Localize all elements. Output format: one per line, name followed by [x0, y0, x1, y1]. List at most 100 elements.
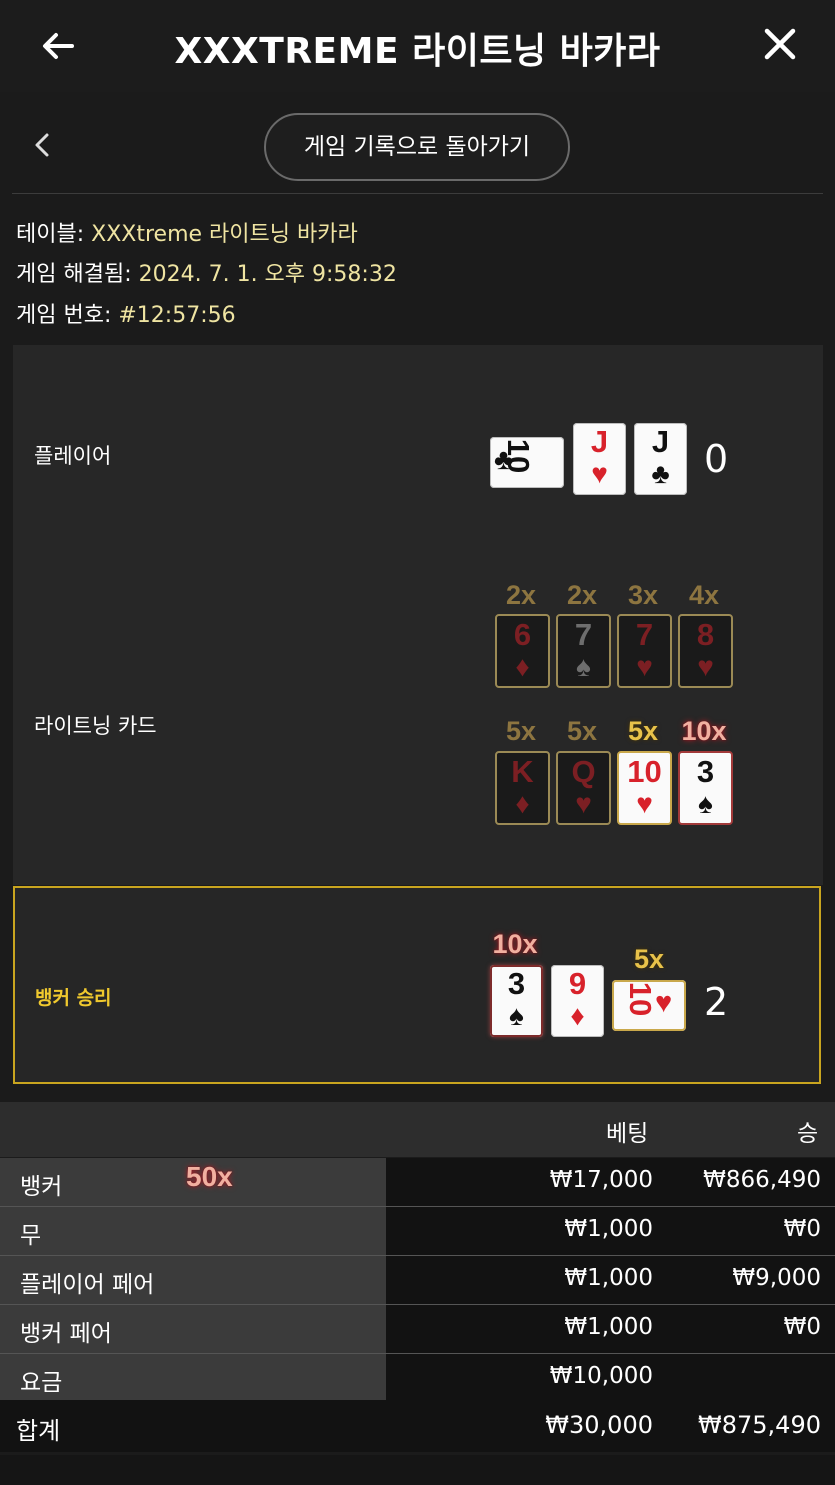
chevron-left-icon[interactable] [30, 130, 60, 166]
game-number-value: #12:57:56 [118, 303, 236, 328]
player-card-2: J ♥ [573, 423, 626, 495]
win-amount: ₩0 [783, 1314, 821, 1340]
bet-name: 뱅커 페어 [20, 1321, 112, 1347]
bet-name: 뱅커 [20, 1174, 63, 1200]
divider [12, 193, 823, 194]
table-row: 무 ₩1,000 ₩0 [0, 1207, 835, 1255]
multiplier: 5x [633, 944, 665, 974]
multiplier: 2x [505, 580, 537, 610]
player-card-3: J ♣ [634, 423, 687, 495]
back-to-history-button[interactable]: 게임 기록으로 돌아가기 [264, 113, 570, 181]
player-score: 0 [704, 437, 729, 481]
table-row: 뱅커 50x ₩17,000 ₩866,490 [0, 1158, 835, 1206]
bet-name: 요금 [20, 1370, 63, 1396]
bet-name: 플레이어 페어 [20, 1272, 155, 1298]
multiplier-badge: 50x [186, 1161, 233, 1192]
card-rank: 6 [513, 617, 532, 652]
page-title: XXXTREME 라이트닝 바카라 [174, 31, 661, 72]
card-rank: 3 [507, 966, 526, 1001]
card-rank: J [651, 424, 670, 459]
card-rank: 8 [696, 617, 715, 652]
multiplier: 5x [566, 716, 598, 746]
card-suit: ♥ [697, 651, 714, 682]
column-header-win: 승 [797, 1121, 819, 1147]
table-info: 테이블: XXXtreme 라이트닝 바카라 [16, 216, 358, 248]
card-suit: ♥ [655, 987, 673, 1019]
multiplier: 3x [627, 580, 659, 610]
lightning-label: 라이트닝 카드 [34, 714, 157, 738]
total-row: 합계 ₩30,000 ₩875,490 [0, 1400, 835, 1452]
total-win: ₩875,490 [698, 1411, 821, 1439]
card-suit: ♦ [570, 1000, 585, 1031]
lightning-card-5: K ♦ [495, 751, 550, 825]
player-card-1: 10 ♣ [490, 437, 564, 488]
card-rank: K [511, 754, 534, 789]
banker-win-label: 뱅커 승리 [35, 987, 112, 1009]
bottom-area [0, 1455, 835, 1485]
win-amount: ₩866,490 [703, 1167, 821, 1193]
card-suit: ♠ [698, 788, 713, 819]
card-suit: ♠ [576, 651, 591, 682]
table-label: 테이블: [16, 222, 92, 247]
banker-card-3: 10 ♥ [612, 980, 686, 1031]
card-rank: 10 [627, 754, 662, 789]
card-suit: ♥ [636, 651, 653, 682]
card-suit: ♣ [651, 458, 670, 489]
arrow-left-icon[interactable] [38, 26, 78, 66]
table-header: 베팅 승 [0, 1102, 835, 1157]
lightning-card-8: 3 ♠ [678, 751, 733, 825]
win-amount: ₩9,000 [732, 1265, 821, 1291]
card-rank: 9 [568, 966, 587, 1001]
multiplier: 2x [566, 580, 598, 610]
multiplier: 10x [492, 929, 538, 959]
bet-amount: ₩10,000 [549, 1363, 653, 1389]
header-bar: XXXTREME 라이트닝 바카라 [0, 0, 835, 92]
multiplier: 4x [688, 580, 720, 610]
table-row: 요금 ₩10,000 [0, 1354, 835, 1402]
card-suit: ♣ [494, 444, 514, 476]
card-rank: 7 [635, 617, 654, 652]
banker-win-box [13, 886, 821, 1084]
card-rank: J [590, 424, 609, 459]
lightning-card-3: 7 ♥ [617, 614, 672, 688]
card-rank: Q [571, 754, 596, 789]
multiplier: 10x [681, 716, 727, 746]
lightning-card-2: 7 ♠ [556, 614, 611, 688]
total-label: 합계 [16, 1417, 61, 1445]
card-rank: 10 [623, 981, 659, 1017]
banker-card-1: 3 ♠ [490, 965, 543, 1037]
card-suit: ♥ [636, 788, 653, 819]
card-rank: 3 [696, 754, 715, 789]
card-rank: 7 [574, 617, 593, 652]
lightning-card-1: 6 ♦ [495, 614, 550, 688]
game-number-label: 게임 번호: [16, 303, 119, 328]
column-header-bet: 베팅 [606, 1121, 649, 1147]
resolved-label: 게임 해결됨: [16, 262, 139, 287]
card-suit: ♦ [515, 651, 530, 682]
card-suit: ♥ [575, 788, 592, 819]
resolved-value: 2024. 7. 1. 오후 9:58:32 [138, 262, 397, 287]
table-row: 뱅커 페어 ₩1,000 ₩0 [0, 1305, 835, 1353]
card-suit: ♠ [509, 1000, 524, 1031]
close-icon[interactable] [758, 24, 802, 68]
banker-score: 2 [704, 980, 729, 1024]
resolved-info: 게임 해결됨: 2024. 7. 1. 오후 9:58:32 [16, 256, 397, 288]
banker-card-2: 9 ♦ [551, 965, 604, 1037]
player-label: 플레이어 [34, 444, 112, 468]
table-row: 플레이어 페어 ₩1,000 ₩9,000 [0, 1256, 835, 1304]
table-value: XXXtreme 라이트닝 바카라 [91, 222, 358, 247]
bet-amount: ₩1,000 [564, 1314, 653, 1340]
lightning-card-6: Q ♥ [556, 751, 611, 825]
bet-amount: ₩1,000 [564, 1265, 653, 1291]
game-number-info: 게임 번호: #12:57:56 [16, 297, 236, 329]
lightning-card-7: 10 ♥ [617, 751, 672, 825]
total-bet: ₩30,000 [545, 1411, 653, 1439]
card-suit: ♦ [515, 788, 530, 819]
bet-name: 무 [20, 1223, 42, 1249]
lightning-card-4: 8 ♥ [678, 614, 733, 688]
bet-amount: ₩1,000 [564, 1216, 653, 1242]
card-suit: ♥ [591, 458, 608, 489]
multiplier: 5x [505, 716, 537, 746]
win-amount: ₩0 [783, 1216, 821, 1242]
multiplier: 5x [627, 716, 659, 746]
